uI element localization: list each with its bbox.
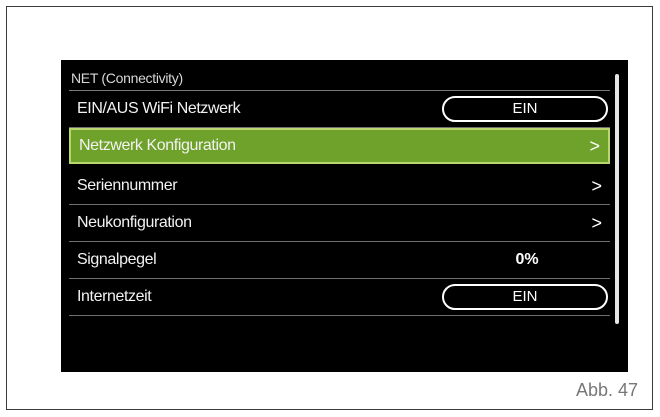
menu-item-label: Signalpegel [77,251,157,268]
internet-time-toggle-button[interactable]: EIN [442,284,608,310]
menu-header: NET (Connectivity) [71,70,183,86]
chevron-right-icon: > [591,213,602,233]
menu-item-label: Netzwerk Konfiguration [79,137,236,154]
menu-item-internet-time[interactable]: Internetzeit EIN [69,279,610,316]
menu-item-label: Internetzeit [77,288,152,305]
menu-item-network-config[interactable]: Netzwerk Konfiguration > [69,128,610,164]
row-divider [69,315,610,316]
menu-item-serial-number[interactable]: Seriennummer > [69,168,610,205]
signal-level-value: 0% [515,251,539,268]
chevron-right-icon: > [591,176,602,196]
chevron-right-icon: > [589,136,600,156]
menu-item-signal-level: Signalpegel 0% [69,242,610,279]
menu-item-reconfiguration[interactable]: Neukonfiguration > [69,205,610,242]
menu-item-label: EIN/AUS WiFi Netzwerk [77,100,241,117]
scrollbar[interactable] [615,74,619,324]
menu-item-label: Seriennummer [77,177,178,194]
menu-item-wifi-toggle[interactable]: EIN/AUS WiFi Netzwerk EIN [69,91,610,128]
device-screen: NET (Connectivity) EIN/AUS WiFi Netzwerk… [61,60,628,372]
menu-item-label: Neukonfiguration [77,214,192,231]
figure-caption: Abb. 47 [575,380,638,400]
figure-frame: NET (Connectivity) EIN/AUS WiFi Netzwerk… [6,6,653,410]
wifi-toggle-button[interactable]: EIN [442,96,608,122]
